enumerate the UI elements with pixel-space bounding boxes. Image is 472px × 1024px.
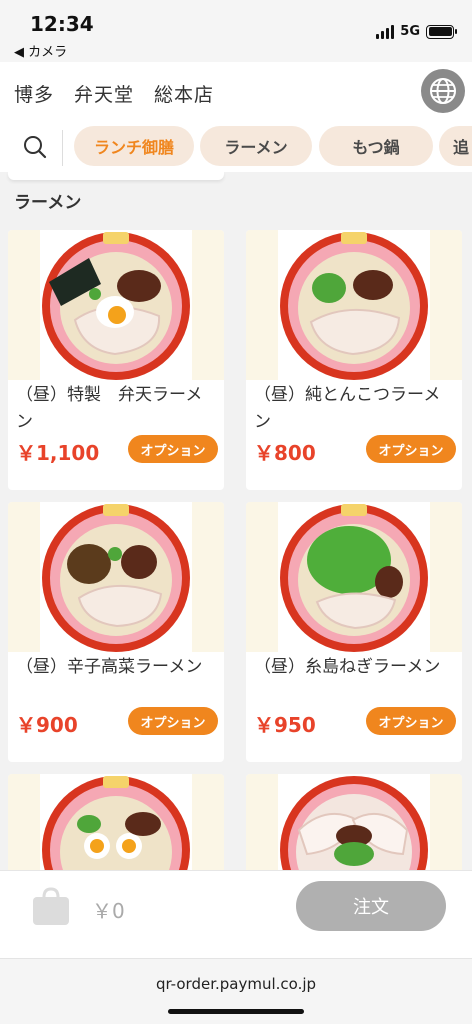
menu-item-card[interactable]: （昼）糸島ねぎラーメン ￥950 オプション	[246, 502, 462, 762]
item-image	[8, 502, 224, 652]
order-button[interactable]: 注文	[296, 881, 446, 931]
item-image	[246, 230, 462, 380]
option-button[interactable]: オプション	[128, 435, 218, 463]
item-name: （昼）純とんこつラーメン	[254, 385, 441, 432]
option-button[interactable]: オプション	[366, 707, 456, 735]
network-label: 5G	[400, 24, 420, 39]
category-bar: ランチ御膳 ラーメン もつ鍋 追	[0, 122, 472, 172]
item-price: ￥1,100	[16, 441, 100, 465]
ramen-bowl-image	[280, 776, 428, 870]
menu-item-card[interactable]	[246, 774, 462, 870]
menu-item-card[interactable]: （昼）純とんこつラーメン ￥800 オプション	[246, 230, 462, 490]
store-name: 博多 弁天堂 総本店	[14, 84, 215, 106]
menu-content: ラーメン （昼）特製 弁天ラーメン ￥1,100 オプション （昼）純とんこつラ…	[0, 172, 472, 870]
ramen-bowl-image	[280, 504, 428, 652]
item-name: （昼）特製 弁天ラーメン	[16, 385, 203, 432]
item-price: ￥800	[254, 441, 316, 465]
category-tab-motsunabe[interactable]: もつ鍋	[319, 126, 433, 166]
home-indicator[interactable]	[168, 1009, 304, 1014]
item-price: ￥900	[16, 713, 78, 737]
option-button[interactable]: オプション	[128, 707, 218, 735]
menu-item-card[interactable]: （昼）特製 弁天ラーメン ￥1,100 オプション	[8, 230, 224, 490]
url-text[interactable]: qr-order.paymul.co.jp	[0, 975, 472, 993]
ramen-bowl-image	[280, 232, 428, 380]
category-divider	[62, 130, 63, 166]
store-header: 博多 弁天堂 総本店	[0, 62, 472, 122]
item-image	[246, 774, 462, 870]
ramen-bowl-image	[42, 504, 190, 652]
dropdown-shadow	[8, 172, 224, 180]
cart-total: ￥0	[92, 899, 125, 923]
menu-item-card[interactable]	[8, 774, 224, 870]
cart-bar: ￥0 注文	[0, 870, 472, 958]
search-icon[interactable]	[22, 134, 48, 160]
category-tab-ramen[interactable]: ラーメン	[200, 126, 312, 166]
browser-url-bar: qr-order.paymul.co.jp	[0, 958, 472, 1024]
option-button[interactable]: オプション	[366, 435, 456, 463]
signal-icon	[376, 24, 395, 39]
ramen-bowl-image	[42, 232, 190, 380]
back-to-camera-link[interactable]: ◀ カメラ	[14, 41, 67, 60]
globe-icon	[430, 78, 456, 104]
status-indicators: 5G	[376, 24, 457, 39]
item-image	[246, 502, 462, 652]
item-price: ￥950	[254, 713, 316, 737]
item-image	[8, 230, 224, 380]
category-tab-more[interactable]: 追	[439, 126, 472, 166]
language-button[interactable]	[421, 69, 465, 113]
battery-icon	[426, 24, 457, 39]
status-time: 12:34	[30, 12, 94, 36]
shopping-bag-icon[interactable]	[30, 885, 72, 927]
item-name: （昼）辛子高菜ラーメン	[16, 657, 203, 677]
section-title: ラーメン	[14, 193, 82, 213]
menu-item-card[interactable]: （昼）辛子高菜ラーメン ￥900 オプション	[8, 502, 224, 762]
category-tab-lunch[interactable]: ランチ御膳	[74, 126, 194, 166]
status-bar: 12:34 ◀ カメラ 5G	[0, 0, 472, 62]
ramen-bowl-image	[42, 776, 190, 870]
item-image	[8, 774, 224, 870]
item-name: （昼）糸島ねぎラーメン	[254, 657, 441, 677]
